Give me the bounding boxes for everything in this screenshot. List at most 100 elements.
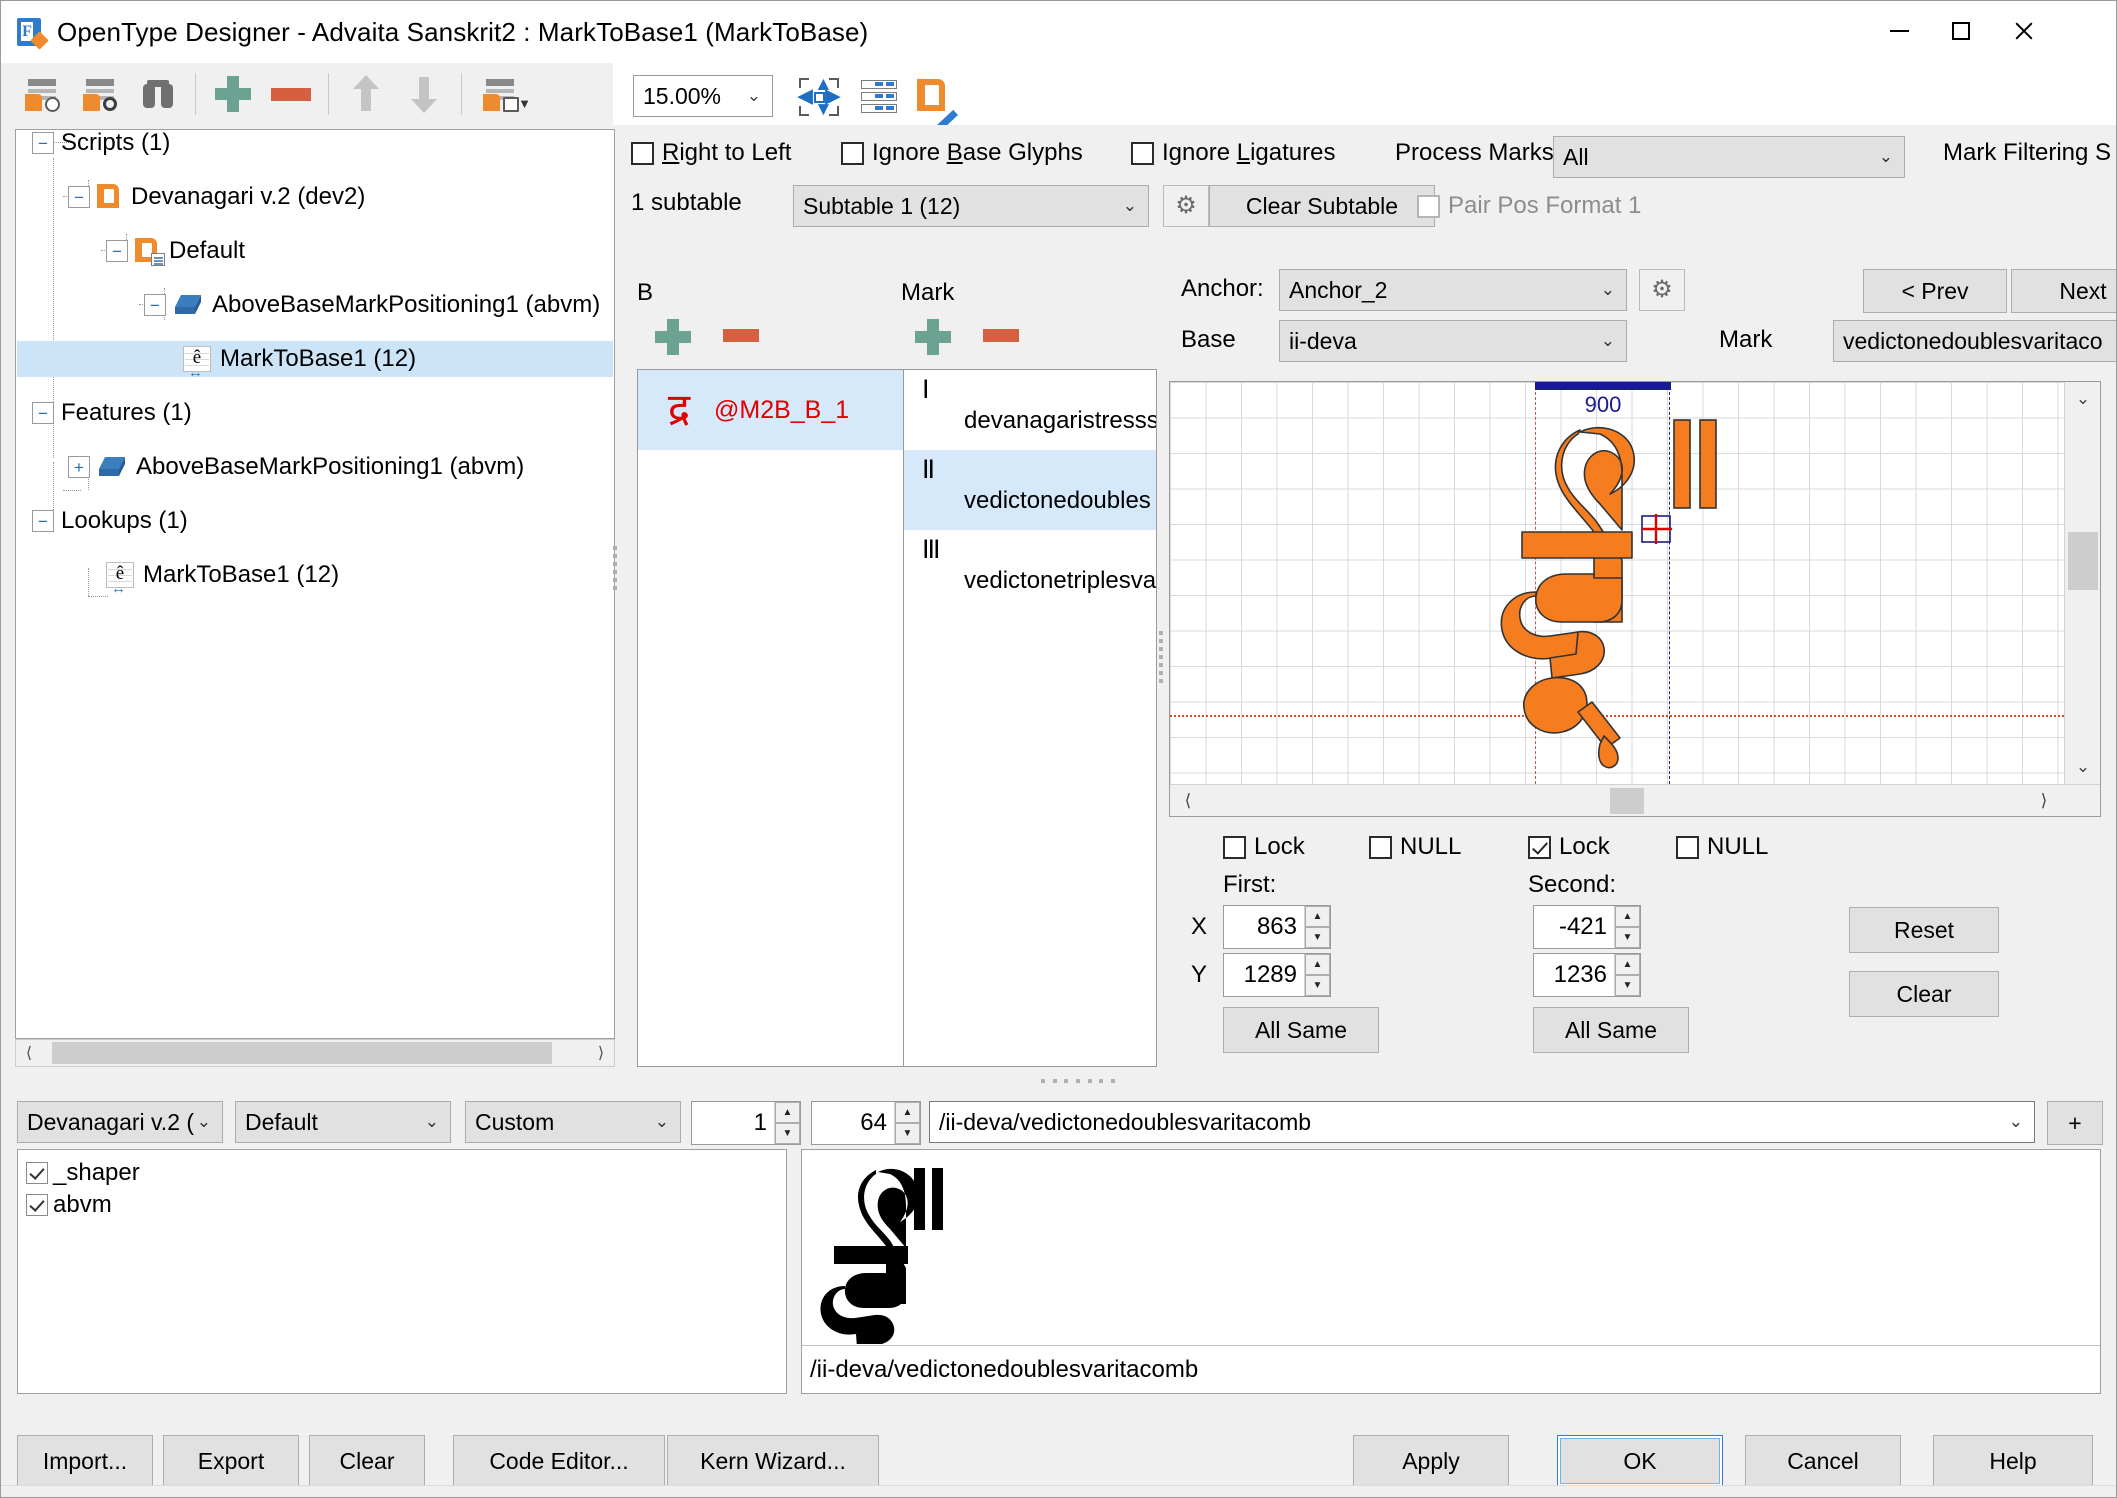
- apply-button[interactable]: Apply: [1353, 1435, 1509, 1487]
- prev-button[interactable]: < Prev: [1863, 269, 2007, 313]
- expander-collapse-icon[interactable]: −: [144, 294, 166, 316]
- chevron-right-icon[interactable]: ⟩: [2028, 785, 2060, 816]
- tree-node-lookups[interactable]: − Lookups (1): [32, 503, 188, 539]
- tree-node-lookups-marktobase1[interactable]: ê ↔ MarkToBase1 (12): [106, 557, 339, 596]
- inspect-lookup-button[interactable]: [71, 66, 129, 122]
- base-combo[interactable]: ii-deva ⌄: [1279, 320, 1627, 362]
- scrollbar-thumb[interactable]: [2068, 532, 2098, 590]
- count-spinner[interactable]: 1 ▲ ▼: [691, 1101, 801, 1145]
- mark-list-row[interactable]: I devanagaristresss: [904, 370, 1156, 450]
- b-add-button[interactable]: [649, 313, 693, 357]
- table-view-button[interactable]: [853, 77, 905, 117]
- next-button[interactable]: Next: [2011, 269, 2116, 313]
- spinner-buttons[interactable]: ▲ ▼: [1304, 954, 1330, 996]
- pair-pos-format-1-checkbox[interactable]: Pair Pos Format 1: [1417, 185, 1641, 227]
- clear-anchor-button[interactable]: Clear: [1849, 971, 1999, 1017]
- splitter-handle-horizontal[interactable]: [1156, 631, 1166, 683]
- tree-node-features[interactable]: − Features (1): [32, 395, 192, 431]
- splitter-handle-vertical[interactable]: [609, 546, 621, 590]
- chevron-left-icon[interactable]: ⟨: [16, 1043, 42, 1063]
- add-glyph-string-button[interactable]: +: [2047, 1101, 2103, 1145]
- spinner-buttons[interactable]: ▲ ▼: [1304, 906, 1330, 948]
- tree-node-scripts[interactable]: − Scripts (1): [32, 130, 170, 161]
- reset-button[interactable]: Reset: [1849, 907, 1999, 953]
- glyph-preview-panel[interactable]: /ii-deva/vedictonedoublesvaritacomb: [801, 1149, 2101, 1394]
- clear-subtable-button[interactable]: Clear Subtable: [1209, 185, 1435, 227]
- ok-button[interactable]: OK: [1557, 1435, 1723, 1487]
- chevron-down-icon[interactable]: ⌄: [2065, 752, 2100, 782]
- anchor-settings-button[interactable]: ⚙: [1639, 269, 1685, 311]
- anchor-combo[interactable]: Anchor_2 ⌄: [1279, 269, 1627, 311]
- right-to-left-checkbox[interactable]: Right to Left: [631, 139, 791, 167]
- mark-list-row-selected[interactable]: II vedictonedoubles: [904, 450, 1156, 530]
- import-button[interactable]: Import...: [17, 1435, 153, 1487]
- tree-node-feature-abvm[interactable]: − AboveBaseMarkPositioning1 (abvm): [144, 287, 600, 323]
- tree-node-default-langsys[interactable]: − Default: [106, 233, 245, 269]
- lock-first-checkbox[interactable]: Lock: [1223, 833, 1305, 861]
- splitter-handle-preview[interactable]: [1041, 1077, 1115, 1085]
- spinner-buttons[interactable]: ▲ ▼: [894, 1102, 920, 1144]
- lock-second-checkbox[interactable]: Lock: [1528, 833, 1610, 861]
- move-down-button[interactable]: [395, 66, 453, 122]
- run-lookup-button[interactable]: [13, 66, 71, 122]
- export-button[interactable]: Export: [163, 1435, 299, 1487]
- clear-button[interactable]: Clear: [309, 1435, 425, 1487]
- move-up-button[interactable]: [337, 66, 395, 122]
- feature-item-shaper[interactable]: _shaper: [26, 1157, 786, 1189]
- mark-remove-button[interactable]: [979, 313, 1023, 357]
- ignore-ligatures-checkbox[interactable]: Ignore Ligatures: [1131, 139, 1335, 167]
- tree-node-devanagari[interactable]: − Devanagari v.2 (dev2): [68, 179, 365, 215]
- add-lookup-button[interactable]: [204, 66, 262, 122]
- spinner-buttons[interactable]: ▲ ▼: [1614, 906, 1640, 948]
- expander-collapse-icon[interactable]: −: [32, 510, 54, 532]
- tree-node-features-abvm[interactable]: + AboveBaseMarkPositioning1 (abvm): [68, 449, 524, 485]
- maximize-button[interactable]: [1930, 1, 1992, 61]
- chevron-left-icon[interactable]: ⟨: [1172, 785, 1204, 816]
- find-button[interactable]: [129, 66, 187, 122]
- expander-collapse-icon[interactable]: −: [106, 240, 128, 262]
- anchor-point-marker[interactable]: [1640, 514, 1680, 554]
- b-remove-button[interactable]: [719, 313, 763, 357]
- scrollbar-thumb[interactable]: [52, 1042, 552, 1064]
- help-button[interactable]: Help: [1933, 1435, 2093, 1487]
- ignore-base-glyphs-checkbox[interactable]: Ignore Base Glyphs: [841, 139, 1083, 167]
- kern-wizard-button[interactable]: Kern Wizard...: [667, 1435, 879, 1487]
- expander-expand-icon[interactable]: +: [68, 456, 90, 478]
- null-second-checkbox[interactable]: NULL: [1676, 833, 1768, 861]
- glyph-canvas-grid[interactable]: 900: [1170, 382, 2064, 784]
- mark-list-row[interactable]: III vedictonetriplesva: [904, 530, 1156, 610]
- null-first-checkbox[interactable]: NULL: [1369, 833, 1461, 861]
- scrollbar-track[interactable]: [42, 1040, 588, 1066]
- language-combo[interactable]: Default ⌄: [235, 1101, 451, 1143]
- cancel-button[interactable]: Cancel: [1745, 1435, 1901, 1487]
- first-x-spinner[interactable]: 863 ▲ ▼: [1223, 905, 1331, 949]
- size-spinner[interactable]: 64 ▲ ▼: [811, 1101, 921, 1145]
- b-list-row[interactable]: द्र @M2B_B_1: [638, 370, 903, 450]
- mark-add-button[interactable]: [909, 313, 953, 357]
- canvas-vertical-scrollbar[interactable]: ⌄ ⌄: [2064, 382, 2100, 784]
- all-same-first-button[interactable]: All Same: [1223, 1007, 1379, 1053]
- spinner-buttons[interactable]: ▲ ▼: [774, 1102, 800, 1144]
- expander-collapse-icon[interactable]: −: [32, 402, 54, 424]
- all-same-second-button[interactable]: All Same: [1533, 1007, 1689, 1053]
- mark-list[interactable]: I devanagaristresss II vedictonedoubles …: [904, 370, 1156, 1066]
- first-y-spinner[interactable]: 1289 ▲ ▼: [1223, 953, 1331, 997]
- expander-collapse-icon[interactable]: −: [32, 132, 54, 154]
- glyph-canvas[interactable]: 900 ⌄ ⌄ ⟨ ⟩: [1169, 381, 2101, 817]
- second-y-spinner[interactable]: 1236 ▲ ▼: [1533, 953, 1641, 997]
- expander-collapse-icon[interactable]: −: [68, 186, 90, 208]
- scrollbar-thumb[interactable]: [1610, 788, 1644, 814]
- tree-horizontal-scrollbar[interactable]: ⟨ ⟩: [15, 1039, 615, 1067]
- script-combo[interactable]: Devanagari v.2 ( ⌄: [17, 1101, 223, 1143]
- spinner-buttons[interactable]: ▲ ▼: [1614, 954, 1640, 996]
- code-editor-button[interactable]: Code Editor...: [453, 1435, 665, 1487]
- close-button[interactable]: [1992, 1, 2054, 61]
- process-marks-combo[interactable]: All ⌄: [1553, 136, 1905, 178]
- feature-checkbox-list[interactable]: _shaper abvm: [17, 1149, 787, 1394]
- mode-combo[interactable]: Custom ⌄: [465, 1101, 681, 1143]
- subtable-combo[interactable]: Subtable 1 (12) ⌄: [793, 185, 1149, 227]
- minimize-button[interactable]: [1868, 1, 1930, 61]
- tree-node-marktobase1-selected[interactable]: ê ↔ MarkToBase1 (12): [17, 341, 613, 380]
- lookup-tree[interactable]: − Scripts (1) − Devanagari v.2 (dev2) − …: [15, 129, 615, 1039]
- glyph-string-combo[interactable]: /ii-deva/vedictonedoublesvaritacomb ⌄: [929, 1101, 2035, 1143]
